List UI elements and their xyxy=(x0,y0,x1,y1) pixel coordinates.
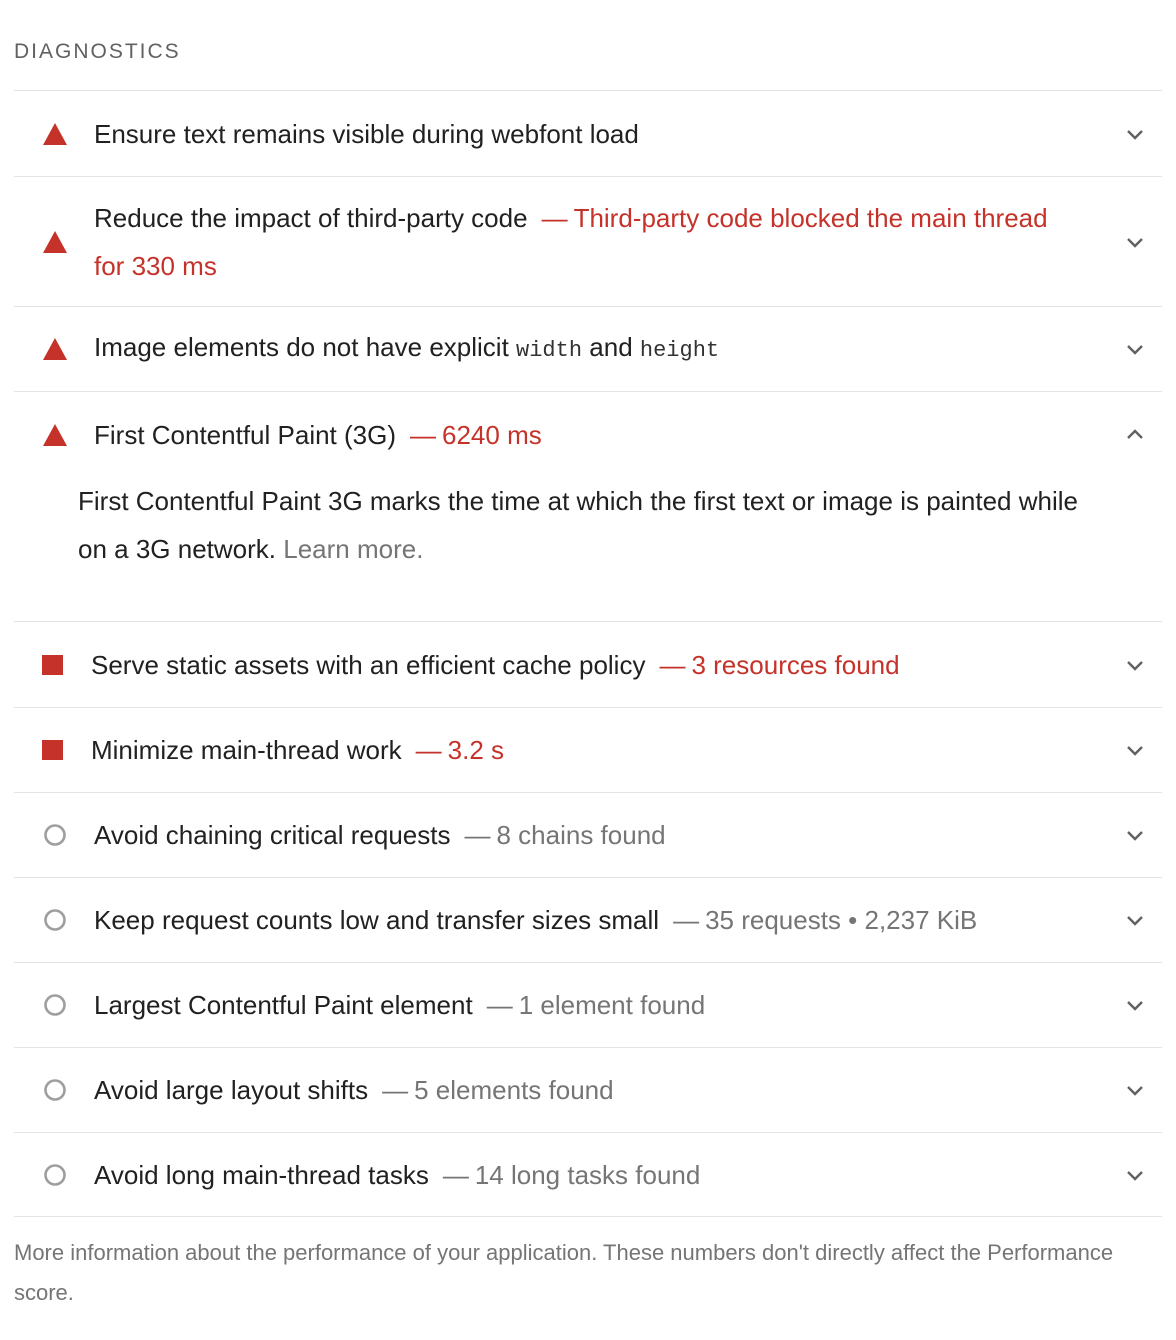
chevron-down-icon[interactable] xyxy=(1122,907,1148,933)
circle-icon xyxy=(44,909,66,931)
audit-webfont[interactable]: Ensure text remains visible during webfo… xyxy=(14,90,1162,176)
chevron-down-icon[interactable] xyxy=(1122,992,1148,1018)
audit-third-party[interactable]: Reduce the impact of third-party code — Th… xyxy=(14,176,1162,306)
separator: — xyxy=(486,990,513,1020)
audit-long-tasks[interactable]: Avoid long main-thread tasks —14 long tas… xyxy=(14,1132,1162,1216)
code-height: height xyxy=(639,338,720,363)
separator: — xyxy=(659,649,686,680)
audit-title-text: Avoid large layout shifts xyxy=(94,1075,369,1105)
audit-critical-requests[interactable]: Avoid chaining critical requests —8 chain… xyxy=(14,792,1162,877)
triangle-icon xyxy=(43,230,67,253)
audit-display-value: 3 resources found xyxy=(691,649,900,680)
audit-title: Keep request counts low and transfer siz… xyxy=(94,896,1082,944)
audit-display-value: 8 chains found xyxy=(496,820,666,850)
code-width: width xyxy=(516,338,583,363)
audit-layout-shifts[interactable]: Avoid large layout shifts —5 elements fou… xyxy=(14,1047,1162,1132)
section-footer-text: More information about the performance o… xyxy=(14,1240,1114,1305)
separator: — xyxy=(415,735,442,765)
audit-title-text: Image elements do not have explicit xyxy=(94,332,509,362)
separator: — xyxy=(673,905,700,935)
learn-more-link[interactable]: Learn more xyxy=(283,534,416,564)
chevron-up-icon[interactable] xyxy=(1122,422,1148,448)
audit-title-text: Ensure text remains visible during webfo… xyxy=(94,118,639,149)
audit-title: Image elements do not have explicit widt… xyxy=(94,323,1082,375)
audit-title-text: First Contentful Paint (3G) xyxy=(94,419,396,450)
period: . xyxy=(416,534,424,564)
circle-icon xyxy=(44,994,66,1016)
chevron-down-icon[interactable] xyxy=(1122,229,1148,255)
chevron-down-icon[interactable] xyxy=(1122,652,1148,678)
chevron-down-icon[interactable] xyxy=(1122,1162,1148,1188)
audit-display-value: 6240 ms xyxy=(442,419,542,450)
triangle-icon xyxy=(43,338,67,360)
audit-title-text: Serve static assets with an efficient ca… xyxy=(91,649,646,680)
audit-title: Minimize main-thread work —3.2 s xyxy=(91,726,1082,774)
description-text: First Contentful Paint 3G marks the time… xyxy=(78,486,1078,564)
audit-cache-policy[interactable]: Serve static assets with an efficient ca… xyxy=(14,621,1162,707)
audit-title: Avoid large layout shifts —5 elements fou… xyxy=(94,1066,1082,1114)
divider xyxy=(14,1216,1162,1217)
circle-icon xyxy=(44,824,66,846)
audit-title-text: Largest Contentful Paint element xyxy=(94,990,473,1020)
audit-image-dimensions[interactable]: Image elements do not have explicit widt… xyxy=(14,306,1162,391)
audit-lcp-element[interactable]: Largest Contentful Paint element —1 eleme… xyxy=(14,962,1162,1047)
square-icon xyxy=(42,740,63,760)
audit-resource-summary[interactable]: Keep request counts low and transfer siz… xyxy=(14,877,1162,962)
separator: — xyxy=(464,820,491,850)
audit-display-value: 1 element found xyxy=(518,990,706,1020)
separator: — xyxy=(410,419,436,450)
separator: — xyxy=(382,1075,409,1105)
audit-title-text: Avoid chaining critical requests xyxy=(94,820,451,850)
audit-title-text: and xyxy=(589,332,633,362)
audit-main-thread-work[interactable]: Minimize main-thread work —3.2 s xyxy=(14,707,1162,792)
audit-title: First Contentful Paint (3G) —6240 ms xyxy=(94,411,1082,459)
audit-display-value: 14 long tasks found xyxy=(474,1159,701,1190)
triangle-icon xyxy=(43,122,67,145)
audit-title: Serve static assets with an efficient ca… xyxy=(91,641,1082,689)
audit-description: First Contentful Paint 3G marks the time… xyxy=(78,477,1102,573)
chevron-down-icon[interactable] xyxy=(1122,336,1148,362)
circle-icon xyxy=(44,1079,66,1101)
audit-title-text: Minimize main-thread work xyxy=(91,735,402,765)
chevron-down-icon[interactable] xyxy=(1122,822,1148,848)
audit-display-value: 5 elements found xyxy=(414,1075,614,1105)
chevron-down-icon[interactable] xyxy=(1122,1077,1148,1103)
audit-title-text: Keep request counts low and transfer siz… xyxy=(94,905,660,935)
audit-title-text: Reduce the impact of third-party code xyxy=(94,202,528,233)
chevron-down-icon[interactable] xyxy=(1122,737,1148,763)
chevron-down-icon[interactable] xyxy=(1122,121,1148,147)
separator: — xyxy=(442,1159,469,1190)
audit-title: Ensure text remains visible during webfo… xyxy=(94,110,1082,158)
audit-display-value: 3.2 s xyxy=(447,735,505,765)
audit-title-text: Avoid long main-thread tasks xyxy=(94,1159,429,1190)
square-icon xyxy=(42,654,63,675)
section-title: DIAGNOSTICS xyxy=(14,40,181,63)
audit-title: Avoid chaining critical requests —8 chain… xyxy=(94,811,1082,859)
audit-title: Reduce the impact of third-party code — Th… xyxy=(94,194,1082,290)
audit-fcp-3g[interactable]: First Contentful Paint (3G) —6240 ms xyxy=(14,391,1162,477)
audit-title: Largest Contentful Paint element —1 eleme… xyxy=(94,981,1082,1029)
circle-icon xyxy=(44,1163,66,1186)
audit-display-value: 35 requests • 2,237 KiB xyxy=(705,905,978,935)
separator: — xyxy=(541,202,568,233)
triangle-icon xyxy=(43,423,67,446)
audit-title: Avoid long main-thread tasks —14 long tas… xyxy=(94,1151,1082,1199)
